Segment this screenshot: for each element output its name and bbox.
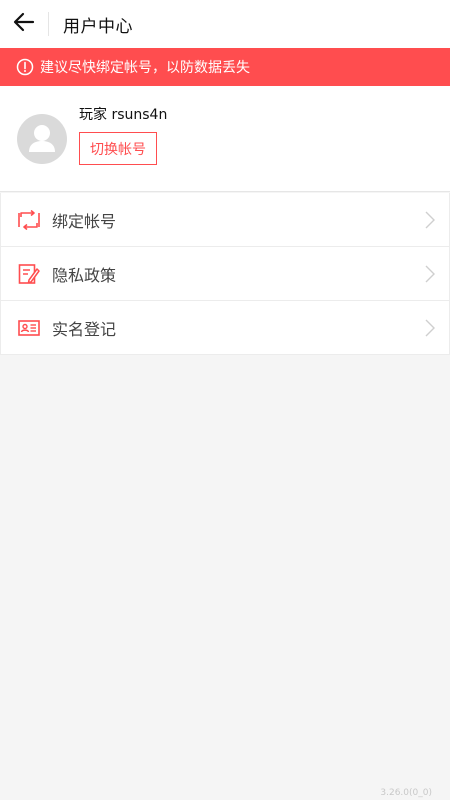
alert-text: 建议尽快绑定帐号，以防数据丢失 [40,60,250,76]
profile-card: 玩家 rsuns4n 切换帐号 [0,86,450,192]
page-title: 用户中心 [63,16,133,37]
menu-label: 隐私政策 [52,265,117,285]
warning-circle-icon [16,58,34,76]
bind-warning-banner: 建议尽快绑定帐号，以防数据丢失 [0,48,450,86]
menu-list: 绑定帐号 隐私政策 实名登记 [0,193,450,355]
menu-item-privacy-policy[interactable]: 隐私政策 [1,247,449,301]
version-label: 3.26.0(0_0) [380,788,432,798]
id-card-icon [18,317,40,339]
player-name: 玩家 rsuns4n [79,107,168,123]
menu-label: 绑定帐号 [52,211,117,231]
arrow-left-icon [13,11,35,37]
back-button[interactable] [0,0,48,48]
switch-account-button[interactable]: 切换帐号 [79,132,157,165]
menu-label: 实名登记 [52,319,117,339]
chevron-right-icon [425,211,435,229]
chevron-right-icon [425,265,435,283]
chevron-right-icon [425,319,435,337]
header-bar: 用户中心 [0,0,450,48]
bind-account-icon [18,209,40,231]
header-divider [48,12,49,36]
menu-item-bind-account[interactable]: 绑定帐号 [1,193,449,247]
user-avatar-icon [17,113,67,164]
menu-item-real-name[interactable]: 实名登记 [1,301,449,354]
profile-info: 玩家 rsuns4n 切换帐号 [79,104,167,165]
privacy-policy-icon [18,263,40,285]
